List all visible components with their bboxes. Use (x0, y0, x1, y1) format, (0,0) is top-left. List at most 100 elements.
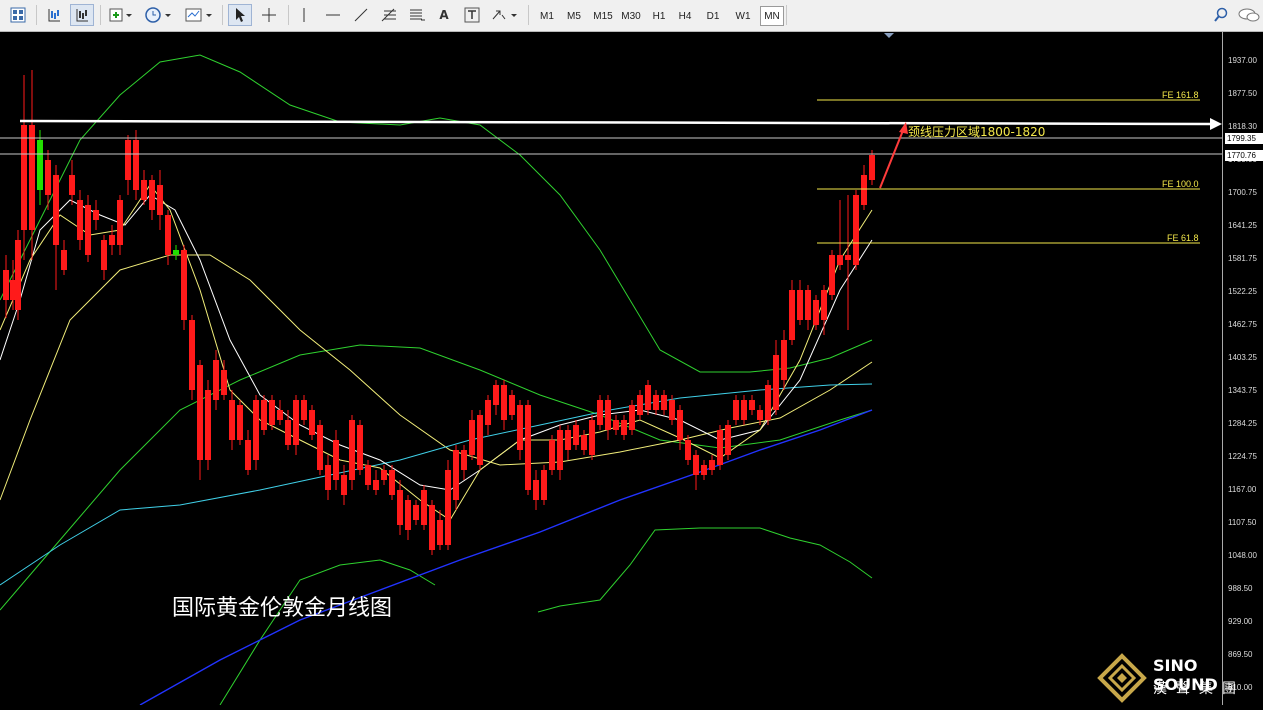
candle-body (173, 250, 179, 255)
candle (125, 135, 131, 195)
fib-icon[interactable] (376, 4, 402, 26)
timeframe-w1[interactable]: W1 (730, 6, 756, 26)
clock-icon[interactable] (142, 4, 176, 26)
candle (493, 380, 499, 415)
candle-body (325, 465, 331, 490)
text-icon[interactable]: A (432, 4, 456, 26)
candle-body (661, 395, 667, 410)
chart-move-icon[interactable] (70, 4, 94, 26)
candle (325, 455, 331, 500)
fib-ext-icon[interactable] (404, 4, 430, 26)
candle-body (221, 370, 227, 395)
candle-body (445, 470, 451, 545)
candle-body (389, 470, 395, 495)
candle-body (813, 300, 819, 325)
timeframe-mn[interactable]: MN (760, 6, 784, 26)
candle-body (237, 405, 243, 440)
timeframe-m1[interactable]: M1 (536, 6, 558, 26)
new-window-icon[interactable] (106, 4, 136, 26)
arrow-icon[interactable] (488, 4, 522, 26)
candle (589, 415, 595, 460)
candle (373, 470, 379, 495)
candle (821, 285, 827, 335)
candle (733, 395, 739, 425)
candle (45, 150, 51, 210)
candle (853, 190, 859, 270)
candle (845, 195, 851, 330)
candle-body (189, 320, 195, 390)
template-icon[interactable] (182, 4, 216, 26)
candle (533, 470, 539, 510)
cursor-icon[interactable] (228, 4, 252, 26)
fe-100-label: FE 100.0 (1162, 179, 1199, 189)
candle-body (53, 175, 59, 245)
candle (389, 465, 395, 500)
candle-body (213, 360, 219, 400)
chart-up-icon[interactable] (42, 4, 66, 26)
chat-icon[interactable] (1236, 4, 1262, 26)
timeframe-m5[interactable]: M5 (562, 6, 586, 26)
candle (15, 230, 21, 320)
candle (437, 510, 443, 550)
candle (541, 465, 547, 505)
brand-name-cn: 漢聲集團 (1153, 681, 1245, 697)
candle-body (781, 340, 787, 380)
timeframe-m15[interactable]: M15 (590, 6, 616, 26)
candle-body (557, 430, 563, 470)
candle (189, 315, 195, 400)
price-tick: 1343.75 (1228, 386, 1257, 395)
bollinger-lower-right (537, 527, 873, 613)
timeframe-d1[interactable]: D1 (702, 6, 724, 26)
candle-body (581, 435, 587, 450)
candle-body (565, 430, 571, 450)
candle (829, 250, 835, 300)
candle-body (181, 250, 187, 320)
neckline-annotation: 颈线压力区域1800-1820 (908, 125, 1046, 139)
timeframe-m30[interactable]: M30 (618, 6, 644, 26)
horizontal-line-icon[interactable] (320, 4, 346, 26)
price-tick: 1048.00 (1228, 551, 1257, 560)
candle-body (301, 400, 307, 420)
candle-body (837, 255, 843, 265)
candle (397, 480, 403, 535)
candle-body (317, 425, 323, 470)
candle-body (829, 255, 835, 295)
candle (101, 235, 107, 280)
candle-body (485, 400, 491, 425)
candle (285, 410, 291, 450)
candle (317, 420, 323, 475)
candle (381, 465, 387, 485)
text-label-icon[interactable] (460, 4, 484, 26)
candle-body (853, 195, 859, 265)
candle-body (613, 420, 619, 430)
candle (413, 500, 419, 525)
candle-body (93, 210, 99, 220)
bollinger-middle (0, 344, 873, 611)
candle (205, 380, 211, 470)
candle (861, 165, 867, 210)
price-tick: 1224.75 (1228, 452, 1257, 461)
timeframe-h4[interactable]: H4 (674, 6, 696, 26)
search-icon[interactable] (1210, 4, 1232, 26)
trendline-icon[interactable] (348, 4, 374, 26)
candle-body (157, 185, 163, 215)
candle-body (821, 290, 827, 320)
candle-body (293, 400, 299, 445)
resistance-price-tag: 1799.35 (1225, 133, 1263, 144)
candle-body (349, 420, 355, 480)
candle-body (669, 400, 675, 420)
candle-body (277, 410, 283, 420)
candle-body (413, 505, 419, 520)
candle-body (693, 455, 699, 475)
candle (749, 395, 755, 415)
candle (133, 130, 139, 200)
candle-body (141, 180, 147, 200)
profiles-icon[interactable] (6, 4, 30, 26)
crosshair-icon[interactable] (256, 4, 282, 26)
candle-body (333, 440, 339, 480)
vertical-line-icon[interactable] (292, 4, 316, 26)
candle (245, 430, 251, 475)
timeframe-h1[interactable]: H1 (648, 6, 670, 26)
candle (53, 165, 59, 290)
candle-body (845, 255, 851, 260)
